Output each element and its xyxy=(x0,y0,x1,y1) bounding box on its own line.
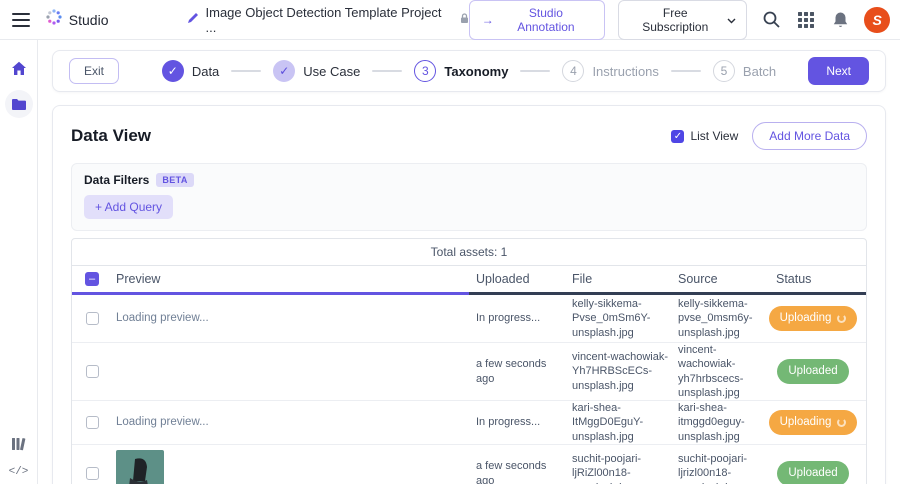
total-assets: Total assets: 1 xyxy=(430,245,508,259)
header-actions: → Studio Annotation Free Subscription S xyxy=(468,0,890,40)
list-view-toggle[interactable]: ✓ List View xyxy=(671,129,738,143)
status-badge: Uploaded xyxy=(777,359,849,385)
studio-annotation-button[interactable]: → Studio Annotation xyxy=(468,0,606,40)
source-cell: kari-shea-itmggd0eguy-unsplash.jpg xyxy=(678,402,745,443)
table-row: Loading preview... In progress... kelly-si… xyxy=(72,295,866,343)
folder-icon[interactable] xyxy=(4,90,33,118)
step-taxonomy[interactable]: 3 Taxonomy xyxy=(414,60,508,82)
file-cell: suchit-poojari-ljRiZl00n18-unsplash.jpg xyxy=(572,453,642,484)
loading-preview-text: Loading preview... xyxy=(116,416,209,429)
top-header: Studio Image Object Detection Template P… xyxy=(0,0,900,40)
file-cell: kelly-sikkema-Pvse_0mSm6Y-unsplash.jpg xyxy=(572,298,651,339)
chevron-down-icon xyxy=(727,13,736,27)
table-row: a few seconds ago vincent-wachowiak-Yh7HR… xyxy=(72,343,866,402)
data-view-header: Data View ✓ List View Add More Data xyxy=(71,122,867,150)
column-header-uploaded[interactable]: Uploaded xyxy=(476,272,572,286)
check-icon: ✓ xyxy=(273,60,296,82)
status-cell: Uploading xyxy=(768,306,866,331)
page-title: Data View xyxy=(71,126,152,145)
file-cell: vincent-wachowiak-Yh7HRBScECs-unsplash.j… xyxy=(572,351,668,392)
column-header-status[interactable]: Status xyxy=(770,272,866,286)
arrow-right-icon: → xyxy=(481,12,494,27)
assets-table: Total assets: 1 – Preview Uploaded File … xyxy=(71,238,867,484)
column-header-source[interactable]: Source xyxy=(678,272,770,286)
preview-cell xyxy=(112,449,476,484)
step-data[interactable]: ✓ Data xyxy=(161,60,219,82)
source-cell: vincent-wachowiak-yh7hrbscecs-unsplash.j… xyxy=(678,344,744,399)
status-cell: Uploading xyxy=(768,410,866,436)
status-cell: Uploaded xyxy=(770,461,866,484)
step-number: 4 xyxy=(562,60,585,82)
pencil-icon[interactable] xyxy=(187,11,199,29)
table-body: Loading preview... In progress... kelly-si… xyxy=(72,295,866,484)
source-cell: kelly-sikkema-pvse_0msm6y-unsplash.jpg xyxy=(678,298,753,339)
status-cell: Uploaded xyxy=(770,359,866,385)
stepper-bar: Exit ✓ Data ✓ Use Case 3 Taxonomy 4 Inst… xyxy=(52,50,886,92)
bell-icon[interactable] xyxy=(830,9,852,31)
column-header-file[interactable]: File xyxy=(572,272,678,286)
home-icon[interactable] xyxy=(5,54,33,82)
column-header-preview[interactable]: Preview xyxy=(112,272,476,286)
project-title-group: Image Object Detection Template Project … xyxy=(187,5,469,35)
file-cell: kari-shea-ItMggD0EguY-unsplash.jpg xyxy=(572,402,644,443)
check-icon: ✓ xyxy=(161,60,184,82)
app-window: Studio Image Object Detection Template P… xyxy=(0,0,900,484)
table-header-row: – Preview Uploaded File Source Status xyxy=(72,265,866,292)
add-query-button[interactable]: + Add Query xyxy=(84,195,174,219)
sidebar-bottom: </> xyxy=(5,430,33,478)
exit-button[interactable]: Exit xyxy=(69,58,120,84)
step-number: 5 xyxy=(712,60,735,82)
row-checkbox[interactable] xyxy=(85,312,99,325)
stepper-steps: ✓ Data ✓ Use Case 3 Taxonomy 4 Instructi… xyxy=(53,60,885,82)
search-icon[interactable] xyxy=(760,9,782,31)
uploaded-cell: In progress... xyxy=(476,416,541,429)
brand[interactable]: Studio xyxy=(46,9,109,30)
step-connector xyxy=(670,70,701,72)
studio-logo-icon xyxy=(46,9,62,30)
project-title[interactable]: Image Object Detection Template Project … xyxy=(206,5,453,35)
left-sidebar: </> xyxy=(0,40,38,484)
step-connector xyxy=(520,70,551,72)
table-row: Loading preview... In progress... kari-she… xyxy=(72,401,866,446)
status-badge: Uploaded xyxy=(777,461,849,484)
checkbox-checked-icon: ✓ xyxy=(671,129,685,143)
code-icon[interactable]: </> xyxy=(9,466,29,478)
subscription-dropdown[interactable]: Free Subscription xyxy=(618,0,748,40)
step-connector xyxy=(231,70,262,72)
row-checkbox[interactable] xyxy=(85,365,99,379)
next-button[interactable]: Next xyxy=(808,57,869,85)
step-batch[interactable]: 5 Batch xyxy=(712,60,776,82)
lock-icon xyxy=(460,11,469,29)
hamburger-icon[interactable] xyxy=(12,12,30,27)
uploaded-cell: In progress... xyxy=(476,312,541,325)
data-view-card: Data View ✓ List View Add More Data Data… xyxy=(52,105,886,484)
data-filters-panel: Data Filters BETA + Add Query xyxy=(71,163,867,231)
books-icon[interactable] xyxy=(5,430,33,458)
chair-photo-thumbnail[interactable] xyxy=(116,449,164,484)
add-more-data-button[interactable]: Add More Data xyxy=(752,122,867,150)
status-badge: Uploading xyxy=(768,410,858,436)
spinner-icon xyxy=(837,418,847,428)
table-row: a few seconds ago suchit-poojari-ljRiZl00… xyxy=(72,445,866,484)
uploaded-cell: a few seconds ago xyxy=(476,358,547,385)
grid-icon[interactable] xyxy=(795,9,817,31)
spinner-icon xyxy=(837,314,847,323)
beta-badge: BETA xyxy=(156,173,194,187)
step-connector xyxy=(372,70,403,72)
filters-title: Data Filters xyxy=(84,173,150,187)
step-use-case[interactable]: ✓ Use Case xyxy=(273,60,360,82)
brand-name: Studio xyxy=(68,11,109,28)
step-instructions[interactable]: 4 Instructions xyxy=(562,60,659,82)
select-all-checkbox[interactable]: – xyxy=(85,272,99,286)
step-number: 3 xyxy=(414,60,437,82)
source-cell: suchit-poojari-ljrizl00n18-unsplash.jpg xyxy=(678,453,748,484)
status-badge: Uploading xyxy=(768,306,858,331)
row-checkbox[interactable] xyxy=(85,467,99,481)
row-checkbox[interactable] xyxy=(85,416,99,430)
user-avatar[interactable]: S xyxy=(864,6,890,33)
loading-preview-text: Loading preview... xyxy=(116,312,209,325)
preview-cell: Loading preview... xyxy=(112,415,476,430)
uploaded-cell: a few seconds ago xyxy=(476,460,547,484)
preview-cell: Loading preview... xyxy=(112,311,476,326)
